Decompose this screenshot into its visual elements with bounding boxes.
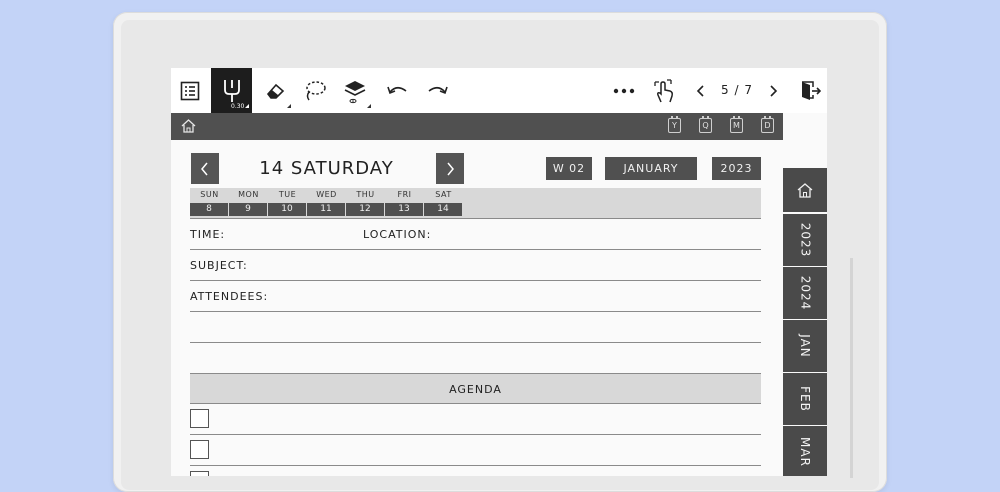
exit-icon xyxy=(802,80,821,100)
next-page-button[interactable] xyxy=(761,68,785,113)
lasso-button[interactable] xyxy=(297,68,333,113)
eraser-icon xyxy=(266,83,285,99)
divider xyxy=(190,218,761,219)
day-link[interactable]: 13 xyxy=(385,203,423,216)
time-label: TIME: xyxy=(190,228,226,241)
tab-2023[interactable]: 2023 xyxy=(783,213,827,266)
toolbar: 0.30 5 / 7 xyxy=(171,68,827,113)
home-icon xyxy=(797,182,813,198)
weekday-label: WED xyxy=(316,190,337,199)
more-icon xyxy=(613,88,635,93)
year-chip[interactable]: 2023 xyxy=(712,157,761,180)
quarter-view-link[interactable]: Q xyxy=(699,116,712,133)
tab-label: MAR xyxy=(798,437,812,467)
month-chip[interactable]: JANUARY xyxy=(605,157,697,180)
page-title: 14 SATURDAY xyxy=(259,158,394,179)
day-link[interactable]: 10 xyxy=(268,203,306,216)
lasso-icon xyxy=(306,80,326,100)
tab-2024[interactable]: 2024 xyxy=(783,266,827,319)
touch-button[interactable] xyxy=(647,68,681,113)
day-link[interactable]: 11 xyxy=(307,203,345,216)
weekday-label: TUE xyxy=(278,190,297,199)
day-link[interactable]: 8 xyxy=(190,203,228,216)
pen-size-label: 0.30 xyxy=(231,103,245,110)
more-button[interactable] xyxy=(607,68,641,113)
list-icon[interactable] xyxy=(175,68,205,113)
home-icon[interactable] xyxy=(180,118,197,138)
weekday-label: FRI xyxy=(397,190,412,199)
day-link[interactable]: 9 xyxy=(229,203,267,216)
tab-label: JAN xyxy=(797,334,812,358)
pen-button[interactable]: 0.30 xyxy=(211,68,252,113)
pen-icon xyxy=(223,79,240,102)
redo-button[interactable] xyxy=(420,68,456,113)
location-label: LOCATION: xyxy=(363,228,432,241)
pen-options-indicator xyxy=(245,104,249,108)
subject-label: SUBJECT: xyxy=(190,259,248,272)
next-page-icon xyxy=(770,84,778,97)
weekday-label: THU xyxy=(356,190,375,199)
page-indicator: 5 / 7 xyxy=(721,83,753,97)
planner-nav-bar: Y Q M D xyxy=(171,113,783,140)
agenda-header: AGENDA xyxy=(190,373,761,404)
week-chip[interactable]: W 02 xyxy=(546,157,592,180)
layers-button[interactable] xyxy=(337,68,373,113)
exit-button[interactable] xyxy=(795,68,825,113)
time-line[interactable] xyxy=(190,249,761,250)
weekday-label: SUN xyxy=(200,190,219,199)
planner-screen: 0.30 5 / 7 Y Q M D 14 SATURDAY W 02 JANU… xyxy=(171,68,827,476)
tab-feb[interactable]: FEB xyxy=(783,372,827,425)
tab-mar[interactable]: MAR xyxy=(783,425,827,476)
chevron-left-icon xyxy=(201,162,208,175)
prev-page-button[interactable] xyxy=(689,68,713,113)
year-view-link[interactable]: Y xyxy=(668,116,681,133)
next-day-button[interactable] xyxy=(436,153,464,184)
prev-day-button[interactable] xyxy=(191,153,219,184)
undo-icon xyxy=(387,86,407,94)
layers-icon xyxy=(344,80,366,103)
day-view-link[interactable]: D xyxy=(761,116,774,133)
weekday-label: SAT xyxy=(435,190,452,199)
attendees-line[interactable] xyxy=(190,342,761,343)
day-link[interactable]: 12 xyxy=(346,203,384,216)
agenda-checkbox[interactable] xyxy=(190,471,209,476)
agenda-line[interactable] xyxy=(190,465,761,466)
tab-label: FEB xyxy=(798,386,812,412)
weekday-label: MON xyxy=(238,190,259,199)
prev-page-icon xyxy=(696,84,704,97)
layers-options-indicator xyxy=(367,104,371,108)
subject-line[interactable] xyxy=(190,280,761,281)
week-strip: SUN MON TUE WED THU FRI SAT 8 9 10 11 12… xyxy=(190,188,761,218)
eraser-options-indicator xyxy=(287,104,291,108)
agenda-checkbox[interactable] xyxy=(190,409,209,428)
day-link[interactable]: 14 xyxy=(424,203,462,216)
touch-icon xyxy=(654,78,673,102)
chevron-right-icon xyxy=(447,162,454,175)
tab-jan[interactable]: JAN xyxy=(783,319,827,372)
agenda-line[interactable] xyxy=(190,434,761,435)
attendees-label: ATTENDEES: xyxy=(190,290,269,303)
tab-home[interactable] xyxy=(783,168,827,212)
undo-button[interactable] xyxy=(379,68,415,113)
scrollbar[interactable] xyxy=(850,258,853,478)
tab-label: 2024 xyxy=(797,275,812,311)
month-view-link[interactable]: M xyxy=(730,116,743,133)
eraser-button[interactable] xyxy=(257,68,293,113)
attendees-line[interactable] xyxy=(190,311,761,312)
redo-icon xyxy=(428,86,448,94)
agenda-checkbox[interactable] xyxy=(190,440,209,459)
tab-label: 2023 xyxy=(797,222,812,258)
